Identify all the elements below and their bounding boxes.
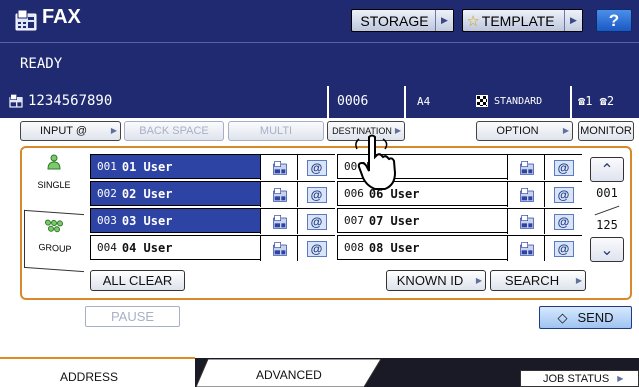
pause-button[interactable]: PAUSE xyxy=(85,306,180,327)
email-icon[interactable]: @ xyxy=(544,209,582,234)
page-total: 125 xyxy=(596,218,618,232)
tab-advanced-label: ADVANCED xyxy=(256,368,322,382)
count-display: 0006 xyxy=(337,86,397,116)
line-indicator: ☎1 ☎2 xyxy=(578,86,638,116)
scroll-up-button[interactable]: ⌃ xyxy=(590,157,624,182)
job-status-button[interactable]: JOB STATUS ▶ xyxy=(520,370,639,387)
fax-icon[interactable] xyxy=(260,236,298,261)
list-item[interactable]: 003 03 User @ xyxy=(90,208,335,234)
divider xyxy=(404,86,406,118)
all-clear-button[interactable]: ALL CLEAR xyxy=(90,270,185,291)
tab-single-label: SINGLE xyxy=(37,180,71,190)
entry-number: 002 xyxy=(97,187,117,200)
email-icon[interactable]: @ xyxy=(297,236,335,261)
page-current: 001 xyxy=(596,186,618,200)
list-item[interactable]: 007 07 User @ xyxy=(337,208,582,234)
monitor-button[interactable]: MONITOR xyxy=(578,121,634,141)
tab-group[interactable]: GROUP xyxy=(24,209,84,273)
list-item[interactable]: 008 08 User @ xyxy=(337,235,582,261)
storage-button-label: STORAGE xyxy=(360,12,429,29)
entry-name: 04 User xyxy=(121,240,173,255)
fax-number: 1234567890 xyxy=(28,93,113,109)
fax-icon[interactable] xyxy=(507,182,545,207)
entry-name: 03 User xyxy=(121,213,173,228)
entry-number: 001 xyxy=(97,160,117,173)
entry-number: 007 xyxy=(344,214,364,227)
tab-single[interactable]: SINGLE xyxy=(22,150,86,206)
quality-label: STANDARD xyxy=(494,95,543,107)
fax-number-display: 1234567890 xyxy=(8,86,326,116)
tab-group-label: GROUP xyxy=(38,241,72,255)
template-button[interactable]: ☆ TEMPLATE ▶ xyxy=(462,9,583,32)
send-icon: ◇ xyxy=(557,309,568,325)
entry-name: 01 User xyxy=(121,159,173,174)
tab-address-label: ADDRESS xyxy=(60,370,119,384)
search-button[interactable]: SEARCH ▶ xyxy=(490,270,586,291)
email-icon[interactable]: @ xyxy=(297,182,335,207)
hand-pointer-icon xyxy=(355,134,397,190)
input-at-label: INPUT @ xyxy=(39,125,88,137)
fax-icon xyxy=(9,94,23,108)
backspace-button[interactable]: BACK SPACE xyxy=(124,121,224,141)
fax-icon[interactable] xyxy=(260,182,298,207)
entry-number: 008 xyxy=(344,241,364,254)
entry-number: 003 xyxy=(97,214,117,227)
entry-name: 02 User xyxy=(121,186,173,201)
storage-button[interactable]: STORAGE ▶ xyxy=(351,9,454,32)
option-button[interactable]: OPTION ▶ xyxy=(476,121,573,141)
email-icon[interactable]: @ xyxy=(297,209,335,234)
send-button[interactable]: ◇ SEND xyxy=(539,306,632,329)
list-item[interactable]: 004 04 User @ xyxy=(90,235,335,261)
email-icon[interactable]: @ xyxy=(544,236,582,261)
chevron-right-icon: ▶ xyxy=(435,10,453,31)
status-text: READY xyxy=(20,56,63,72)
known-id-label: KNOWN ID xyxy=(396,273,464,288)
fax-icon[interactable] xyxy=(507,236,545,261)
fax-icon[interactable] xyxy=(507,209,545,234)
paper-size: A4 xyxy=(417,86,467,116)
known-id-button[interactable]: KNOWN ID ▶ xyxy=(386,270,486,291)
chevron-right-icon: ▶ xyxy=(564,10,582,31)
chevron-right-icon: ▶ xyxy=(475,276,482,285)
input-at-button[interactable]: INPUT @ ▶ xyxy=(20,121,121,141)
group-icon xyxy=(45,219,63,233)
list-item[interactable]: 002 02 User @ xyxy=(90,181,335,207)
divider xyxy=(327,86,329,118)
chevron-right-icon: ▶ xyxy=(575,276,582,285)
fax-icon[interactable] xyxy=(260,155,298,180)
chevron-right-icon: ▶ xyxy=(110,126,117,135)
template-button-label: TEMPLATE xyxy=(481,12,555,29)
entry-number: 004 xyxy=(97,241,117,254)
option-label: OPTION xyxy=(496,125,539,137)
checker-icon xyxy=(476,95,488,107)
send-label: SEND xyxy=(577,310,614,325)
list-item[interactable]: 001 01 User @ xyxy=(90,154,335,180)
status-area xyxy=(0,42,639,86)
email-icon[interactable]: @ xyxy=(544,155,582,180)
entry-name: 08 User xyxy=(368,240,420,255)
fax-icon[interactable] xyxy=(260,209,298,234)
page-title: FAX xyxy=(42,6,81,28)
scroll-down-button[interactable]: ⌄ xyxy=(590,237,624,262)
help-button[interactable]: ? xyxy=(596,9,632,32)
fax-icon[interactable] xyxy=(507,155,545,180)
search-label: SEARCH xyxy=(504,273,560,288)
fax-icon xyxy=(15,9,37,31)
job-status-label: JOB STATUS xyxy=(543,372,610,385)
email-icon[interactable]: @ xyxy=(297,155,335,180)
star-icon: ☆ xyxy=(466,12,480,30)
chevron-right-icon: ▶ xyxy=(562,126,569,135)
divider xyxy=(570,86,572,118)
chevron-right-icon: ▶ xyxy=(617,374,624,383)
person-icon xyxy=(47,154,61,170)
email-icon[interactable]: @ xyxy=(544,182,582,207)
entry-name: 07 User xyxy=(368,213,420,228)
multi-button[interactable]: MULTI xyxy=(228,121,324,141)
quality-display: STANDARD xyxy=(476,86,566,116)
